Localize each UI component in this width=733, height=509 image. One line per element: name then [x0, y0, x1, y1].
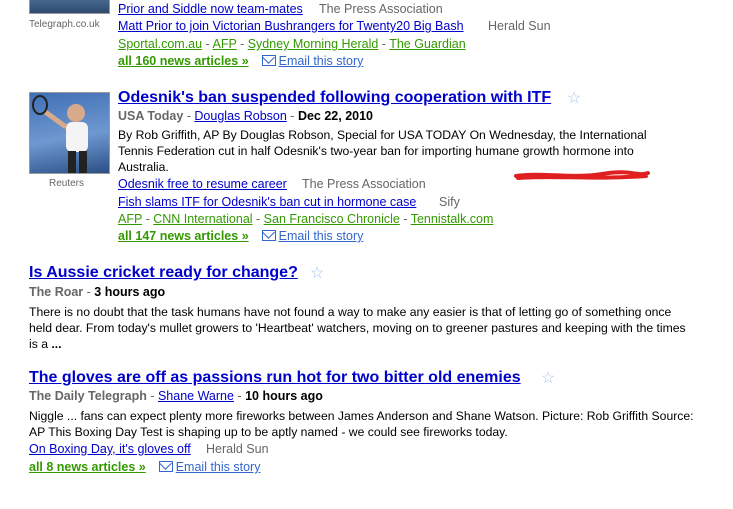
email-icon — [261, 55, 276, 67]
all-articles-link[interactable]: all 160 news articles » — [118, 54, 249, 68]
story-date: Dec 22, 2010 — [297, 109, 373, 123]
separator: - — [146, 389, 158, 403]
separator: - — [252, 212, 264, 226]
story-source: The Daily Telegraph — [29, 389, 147, 403]
email-icon — [261, 230, 276, 242]
story-time: 3 hours ago — [94, 285, 166, 299]
red-scribble — [514, 170, 650, 180]
separator: - — [183, 109, 195, 123]
related-article-source: Herald Sun — [488, 19, 551, 33]
source-link[interactable]: The Guardian — [389, 37, 465, 51]
article-footer: all 8 news articles » Email this story — [29, 460, 260, 474]
source-link[interactable]: Sydney Morning Herald — [248, 37, 379, 51]
related-article-link[interactable]: Fish slams ITF for Odesnik's ban cut in … — [118, 195, 416, 209]
story-title-link[interactable]: Odesnik's ban suspended following cooper… — [118, 89, 551, 107]
story-byline: USA Today - Douglas Robson - Dec 22, 201… — [118, 109, 373, 123]
related-article-link[interactable]: Prior and Siddle now team-mates — [118, 2, 303, 16]
related-article-source: Sify — [439, 195, 460, 209]
story-time: 10 hours ago — [245, 389, 323, 403]
source-link[interactable]: AFP — [213, 37, 237, 51]
email-icon — [158, 461, 173, 473]
source-link[interactable]: AFP — [118, 212, 142, 226]
related-article-source: The Press Association — [319, 2, 443, 16]
separator: - — [399, 212, 411, 226]
story-title-link[interactable]: Is Aussie cricket ready for change? — [29, 264, 298, 282]
snippet-text: There is no doubt that the task humans h… — [29, 305, 686, 351]
separator: - — [233, 389, 246, 403]
source-link[interactable]: CNN International — [153, 212, 252, 226]
story-thumbnail[interactable] — [29, 0, 110, 14]
related-article-link[interactable]: On Boxing Day, it's gloves off — [29, 442, 191, 456]
story-snippet: There is no doubt that the task humans h… — [29, 304, 694, 352]
star-icon[interactable]: ☆ — [567, 88, 581, 108]
related-article-link[interactable]: Matt Prior to join Victorian Bushrangers… — [118, 19, 464, 33]
story-thumbnail[interactable] — [29, 92, 110, 174]
snippet-ellipsis: ... — [51, 337, 62, 351]
source-link[interactable]: Sportal.com.au — [118, 37, 202, 51]
thumbnail-caption: Telegraph.co.uk — [29, 19, 100, 30]
story-title-link[interactable]: The gloves are off as passions run hot f… — [29, 369, 521, 387]
star-icon[interactable]: ☆ — [310, 263, 324, 283]
all-articles-link[interactable]: all 8 news articles » — [29, 460, 146, 474]
email-story-link[interactable]: Email this story — [279, 54, 364, 68]
author-link[interactable]: Shane Warne — [158, 389, 234, 403]
star-icon[interactable]: ☆ — [541, 368, 555, 388]
separator: - — [236, 37, 248, 51]
source-list: AFP - CNN International - San Francisco … — [118, 212, 493, 226]
all-articles-link[interactable]: all 147 news articles » — [118, 229, 249, 243]
author-link[interactable]: Douglas Robson — [194, 109, 286, 123]
separator: - — [378, 37, 390, 51]
story-byline: The Daily Telegraph - Shane Warne - 10 h… — [29, 389, 323, 403]
source-link[interactable]: Tennistalk.com — [411, 212, 494, 226]
story-byline: The Roar - 3 hours ago — [29, 285, 165, 299]
article-footer: all 147 news articles » Email this story — [118, 229, 363, 243]
tennis-player-image — [32, 95, 88, 173]
separator: - — [83, 285, 95, 299]
source-link[interactable]: San Francisco Chronicle — [264, 212, 400, 226]
separator: - — [286, 109, 298, 123]
email-story-link[interactable]: Email this story — [176, 460, 261, 474]
story-source: USA Today — [118, 109, 184, 123]
separator: - — [142, 212, 154, 226]
related-article-link[interactable]: Odesnik free to resume career — [118, 177, 287, 191]
related-article-source: The Press Association — [302, 177, 426, 191]
thumbnail-caption: Reuters — [49, 178, 85, 189]
email-story-link[interactable]: Email this story — [279, 229, 364, 243]
related-article-source: Herald Sun — [206, 442, 269, 456]
article-footer: all 160 news articles » Email this story — [118, 54, 363, 68]
source-list: Sportal.com.au - AFP - Sydney Morning He… — [118, 37, 466, 51]
story-snippet: Niggle ... fans can expect plenty more f… — [29, 409, 694, 439]
story-source: The Roar — [29, 285, 84, 299]
separator: - — [202, 37, 213, 51]
